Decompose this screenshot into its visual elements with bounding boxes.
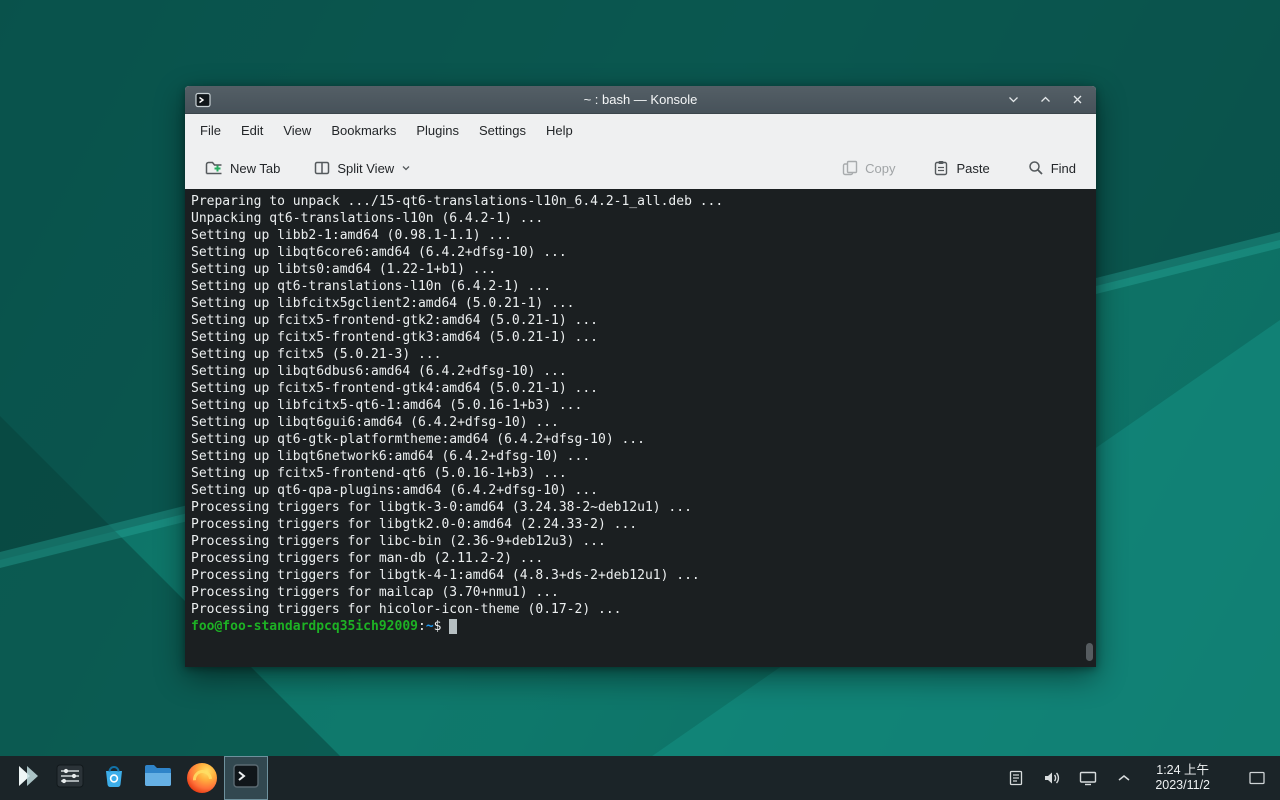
terminal-line: Setting up qt6-gtk-platformtheme:amd64 (… [191, 431, 1096, 448]
menu-item[interactable]: Edit [232, 118, 272, 143]
audio-mixer-icon [56, 762, 84, 795]
terminal-lines: Preparing to unpack .../15-qt6-translati… [191, 193, 1096, 618]
folder-icon [143, 763, 173, 794]
discover-icon [100, 762, 128, 795]
terminal-line: Setting up libqt6core6:amd64 (6.4.2+dfsg… [191, 244, 1096, 261]
audio-mixer-button[interactable] [48, 756, 92, 800]
toolbar: New Tab Split View [185, 147, 1096, 189]
copy-button[interactable]: Copy [834, 154, 903, 182]
prompt-path: ~ [426, 618, 434, 635]
prompt-user-host: foo@foo-standardpcq35ich92009 [191, 618, 418, 635]
minimize-button[interactable] [1004, 91, 1022, 109]
display-tray-icon[interactable] [1077, 764, 1099, 792]
discover-button[interactable] [92, 756, 136, 800]
terminal-line: Preparing to unpack .../15-qt6-translati… [191, 193, 1096, 210]
terminal-line: Setting up qt6-translations-l10n (6.4.2-… [191, 278, 1096, 295]
search-icon [1028, 160, 1044, 176]
terminal-line: Setting up libb2-1:amd64 (0.98.1-1.1) ..… [191, 227, 1096, 244]
copy-icon [842, 160, 858, 176]
terminal-line: Setting up libfcitx5-qt6-1:amd64 (5.0.16… [191, 397, 1096, 414]
desktop[interactable]: ~ : bash — Konsole FileEditViewBookmarks… [0, 0, 1280, 800]
terminal-line: Setting up fcitx5-frontend-gtk4:amd64 (5… [191, 380, 1096, 397]
app-launcher-button[interactable] [8, 756, 48, 800]
terminal-cursor [449, 619, 457, 634]
clipboard-tray-icon[interactable] [1005, 764, 1027, 792]
terminal-line: Setting up libqt6network6:amd64 (6.4.2+d… [191, 448, 1096, 465]
clock-date: 2023/11/2 [1155, 778, 1210, 793]
volume-icon[interactable] [1041, 764, 1063, 792]
paste-icon [933, 160, 949, 176]
firefox-icon [187, 763, 217, 793]
terminal-line: Setting up libts0:amd64 (1.22-1+b1) ... [191, 261, 1096, 278]
paste-button[interactable]: Paste [925, 154, 997, 182]
prompt-separator: : [418, 618, 426, 635]
terminal-line: Processing triggers for libgtk-4-1:amd64… [191, 567, 1096, 584]
tray-expander-icon[interactable] [1113, 764, 1135, 792]
firefox-button[interactable] [180, 756, 224, 800]
konsole-task-button[interactable] [224, 756, 268, 800]
terminal-line: Setting up qt6-qpa-plugins:amd64 (6.4.2+… [191, 482, 1096, 499]
find-button[interactable]: Find [1020, 154, 1084, 182]
show-desktop-button[interactable] [1244, 764, 1270, 792]
terminal-output[interactable]: Preparing to unpack .../15-qt6-translati… [185, 189, 1096, 667]
scrollbar-thumb[interactable] [1086, 643, 1093, 661]
chevron-down-icon [401, 163, 411, 173]
prompt-line: foo@foo-standardpcq35ich92009:~$ [191, 618, 1096, 635]
clock-time: 1:24 上午 [1156, 763, 1209, 778]
terminal-line: Processing triggers for libgtk-3-0:amd64… [191, 499, 1096, 516]
terminal-line: Setting up fcitx5-frontend-gtk3:amd64 (5… [191, 329, 1096, 346]
terminal-line: Unpacking qt6-translations-l10n (6.4.2-1… [191, 210, 1096, 227]
menubar: FileEditViewBookmarksPluginsSettingsHelp [185, 114, 1096, 147]
maximize-button[interactable] [1036, 91, 1054, 109]
menu-item[interactable]: Plugins [407, 118, 468, 143]
terminal-line: Setting up libqt6gui6:amd64 (6.4.2+dfsg-… [191, 414, 1096, 431]
file-manager-button[interactable] [136, 756, 180, 800]
konsole-window-icon [195, 92, 211, 108]
menu-item[interactable]: Bookmarks [322, 118, 405, 143]
close-button[interactable] [1068, 91, 1086, 109]
konsole-window: ~ : bash — Konsole FileEditViewBookmarks… [185, 86, 1096, 667]
terminal-line: Setting up fcitx5-frontend-qt6 (5.0.16-1… [191, 465, 1096, 482]
taskbar: 1:24 上午 2023/11/2 [0, 756, 1280, 800]
split-view-label: Split View [337, 161, 394, 176]
terminal-line: Setting up fcitx5-frontend-gtk2:amd64 (5… [191, 312, 1096, 329]
kde-launcher-icon [15, 763, 41, 794]
terminal-line: Processing triggers for mailcap (3.70+nm… [191, 584, 1096, 601]
terminal-line: Processing triggers for libgtk2.0-0:amd6… [191, 516, 1096, 533]
menu-item[interactable]: Settings [470, 118, 535, 143]
window-title: ~ : bash — Konsole [185, 92, 1096, 107]
menu-item[interactable]: File [191, 118, 230, 143]
terminal-line: Processing triggers for hicolor-icon-the… [191, 601, 1096, 618]
titlebar[interactable]: ~ : bash — Konsole [185, 86, 1096, 114]
prompt-symbol: $ [434, 618, 442, 635]
konsole-icon [232, 762, 260, 795]
terminal-line: Processing triggers for man-db (2.11.2-2… [191, 550, 1096, 567]
new-tab-label: New Tab [230, 161, 280, 176]
new-tab-icon [205, 160, 223, 176]
terminal-line: Processing triggers for libc-bin (2.36-9… [191, 533, 1096, 550]
split-view-button[interactable]: Split View [306, 154, 419, 182]
paste-label: Paste [956, 161, 989, 176]
split-view-icon [314, 160, 330, 176]
new-tab-button[interactable]: New Tab [197, 154, 288, 182]
terminal-line: Setting up libqt6dbus6:amd64 (6.4.2+dfsg… [191, 363, 1096, 380]
find-label: Find [1051, 161, 1076, 176]
terminal-line: Setting up fcitx5 (5.0.21-3) ... [191, 346, 1096, 363]
terminal-scrollbar[interactable] [1085, 193, 1094, 663]
digital-clock[interactable]: 1:24 上午 2023/11/2 [1149, 763, 1216, 793]
terminal-line: Setting up libfcitx5gclient2:amd64 (5.0.… [191, 295, 1096, 312]
menu-item[interactable]: View [274, 118, 320, 143]
copy-label: Copy [865, 161, 895, 176]
menu-item[interactable]: Help [537, 118, 582, 143]
